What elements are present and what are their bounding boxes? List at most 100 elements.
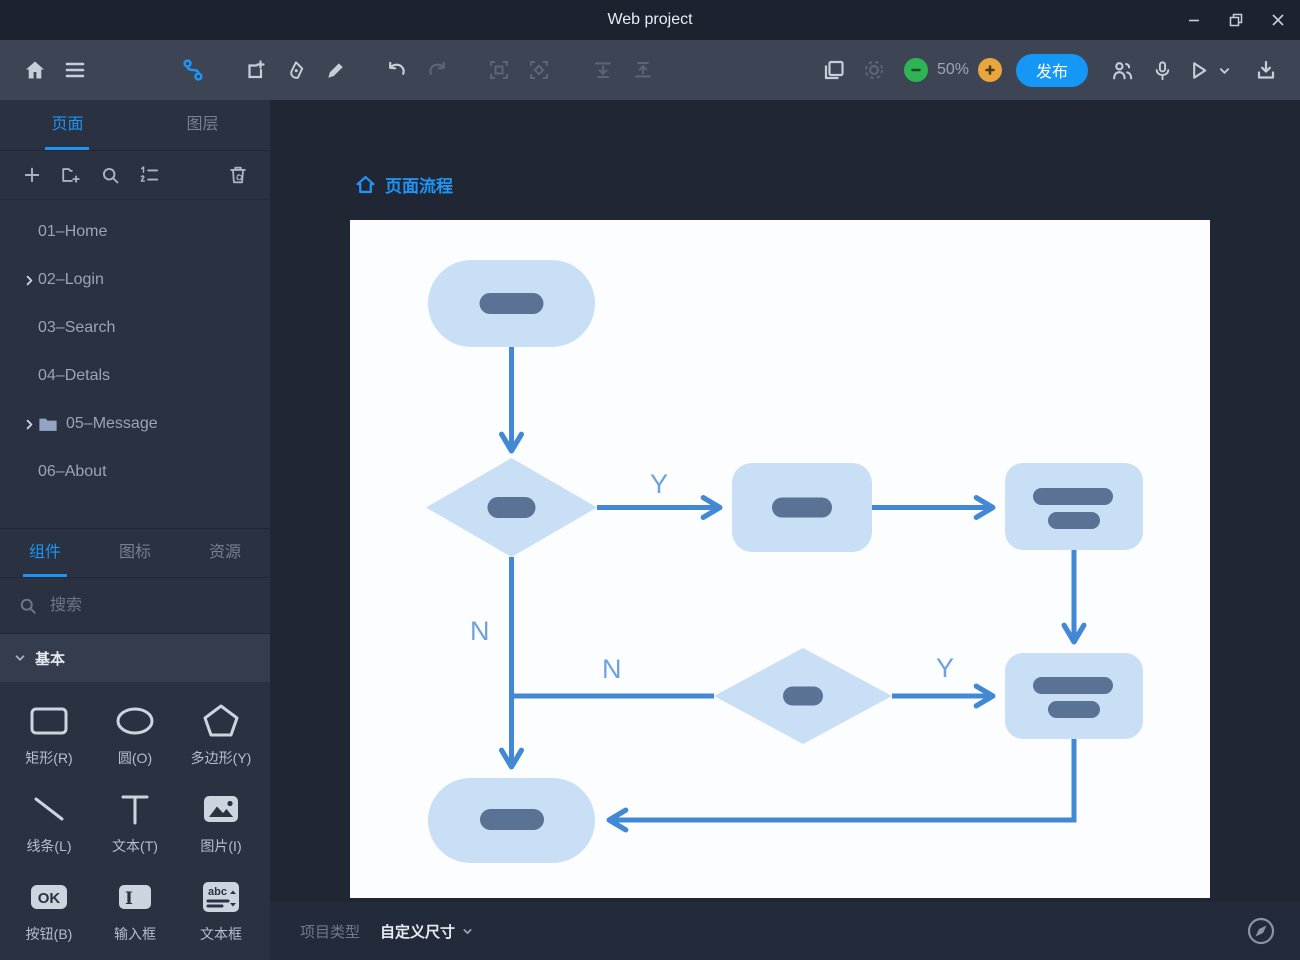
minimize-button[interactable] (1186, 12, 1202, 28)
component-text[interactable]: 文本(T) (93, 784, 177, 856)
section-header-basic[interactable]: 基本 (0, 634, 270, 682)
microphone-icon[interactable] (1142, 50, 1182, 90)
component-line[interactable]: 线条(L) (5, 784, 93, 856)
align-top-button[interactable] (623, 50, 663, 90)
preview-play-button[interactable] (1182, 50, 1214, 90)
collaborators-icon[interactable] (1102, 50, 1142, 90)
publish-button[interactable]: 发布 (1016, 54, 1088, 87)
app-window: Web project (0, 0, 1300, 960)
sidebar: 页面 图层 (0, 100, 270, 960)
flow-terminator-end[interactable] (428, 778, 595, 863)
image-icon (197, 784, 245, 834)
tab-pages[interactable]: 页面 (0, 100, 135, 150)
flow-connector-tool[interactable] (173, 50, 213, 90)
text-icon (111, 784, 159, 834)
redo-button[interactable] (417, 50, 457, 90)
canvas-size-value: 自定义尺寸 (380, 921, 455, 942)
line-icon (25, 784, 73, 834)
component-rectangle[interactable]: 矩形(R) (5, 696, 93, 768)
add-folder-icon[interactable] (59, 163, 83, 187)
page-item[interactable]: 01–Home (0, 208, 270, 256)
preview-options-chevron-icon[interactable] (1214, 50, 1234, 90)
align-bottom-button[interactable] (583, 50, 623, 90)
folder-icon (38, 414, 66, 434)
project-type-label: 项目类型 (300, 921, 360, 942)
restore-button[interactable] (1228, 12, 1244, 28)
undo-button[interactable] (377, 50, 417, 90)
tab-icons[interactable]: 图标 (90, 529, 180, 577)
component-label: 多边形(Y) (191, 748, 252, 768)
component-label: 图片(I) (200, 836, 241, 856)
component-textarea[interactable]: abc 文本框 (177, 872, 265, 944)
page-item-label: 03–Search (38, 319, 115, 337)
component-polygon[interactable]: 多边形(Y) (177, 696, 265, 768)
tab-layers[interactable]: 图层 (135, 100, 270, 150)
record-target-icon[interactable] (854, 50, 894, 90)
component-label: 输入框 (114, 924, 156, 944)
page-item-label: 05–Message (66, 415, 158, 433)
duplicate-board-icon[interactable] (814, 50, 854, 90)
flow-connectors[interactable] (512, 347, 1075, 820)
compass-icon[interactable] (1244, 914, 1278, 948)
artboard[interactable]: Y N N Y (350, 220, 1210, 898)
section-label: 基本 (35, 648, 65, 669)
component-label: 文本(T) (112, 836, 158, 856)
component-label: 矩形(R) (25, 748, 72, 768)
component-label: 线条(L) (26, 836, 71, 856)
component-grid: 矩形(R) 圆(O) 多边形(Y) (0, 682, 270, 944)
flow-decision-2[interactable] (714, 648, 892, 744)
add-page-icon[interactable] (20, 163, 44, 187)
titlebar: Web project (0, 0, 1300, 40)
button-glyph: OK (38, 890, 61, 907)
canvas-size-dropdown[interactable]: 自定义尺寸 (380, 921, 473, 942)
component-button[interactable]: OK 按钮(B) (5, 872, 93, 944)
home-icon[interactable] (15, 50, 55, 90)
trash-icon[interactable] (226, 163, 250, 187)
button-icon: OK (25, 872, 73, 922)
edge-label-yes-1: Y (650, 469, 668, 499)
component-image[interactable]: 图片(I) (177, 784, 265, 856)
page-item[interactable]: 04–Detals (0, 352, 270, 400)
flow-terminator-start[interactable] (428, 260, 595, 347)
page-item[interactable]: 03–Search (0, 304, 270, 352)
ungroup-button[interactable] (519, 50, 559, 90)
zoom-out-button[interactable] (904, 58, 928, 82)
edge-label-no-1: N (470, 616, 490, 646)
flow-process-3[interactable] (1005, 653, 1143, 739)
main-toolbar: 50% 发布 (0, 40, 1300, 100)
pencil-tool[interactable] (315, 50, 355, 90)
page-item[interactable]: 06–About (0, 448, 270, 496)
ellipse-icon (111, 696, 159, 746)
close-button[interactable] (1270, 12, 1286, 28)
flow-process-1[interactable] (732, 463, 872, 552)
search-pages-icon[interactable] (98, 163, 122, 187)
menu-icon[interactable] (55, 50, 95, 90)
zoom-in-button[interactable] (978, 58, 1002, 82)
page-item[interactable]: 02–Login (0, 256, 270, 304)
page-item[interactable]: 05–Message (0, 400, 270, 448)
component-label: 文本框 (200, 924, 242, 944)
flow-nodes[interactable] (426, 260, 1143, 863)
group-button[interactable] (479, 50, 519, 90)
board-title[interactable]: 页面流程 (355, 172, 453, 197)
canvas-area[interactable]: 页面流程 (270, 100, 1300, 960)
statusbar: 项目类型 自定义尺寸 (270, 902, 1300, 960)
textarea-glyph: abc (208, 886, 227, 898)
expand-chevron-icon[interactable] (20, 271, 38, 289)
search-input[interactable] (48, 596, 259, 616)
flow-decision-1[interactable] (426, 458, 597, 557)
expand-chevron-icon[interactable] (20, 415, 38, 433)
flow-process-2[interactable] (1005, 463, 1143, 550)
pen-tool[interactable] (275, 50, 315, 90)
component-input[interactable]: I 输入框 (93, 872, 177, 944)
download-button[interactable] (1246, 50, 1286, 90)
tab-resources[interactable]: 资源 (180, 529, 270, 577)
component-label: 按钮(B) (26, 924, 73, 944)
edge-label-no-2: N (602, 654, 622, 684)
new-frame-tool[interactable] (235, 50, 275, 90)
tab-components[interactable]: 组件 (0, 529, 90, 577)
page-panel-tabs: 页面 图层 (0, 100, 270, 151)
board-title-label: 页面流程 (385, 172, 453, 197)
sort-order-icon[interactable] (137, 163, 161, 187)
component-ellipse[interactable]: 圆(O) (93, 696, 177, 768)
